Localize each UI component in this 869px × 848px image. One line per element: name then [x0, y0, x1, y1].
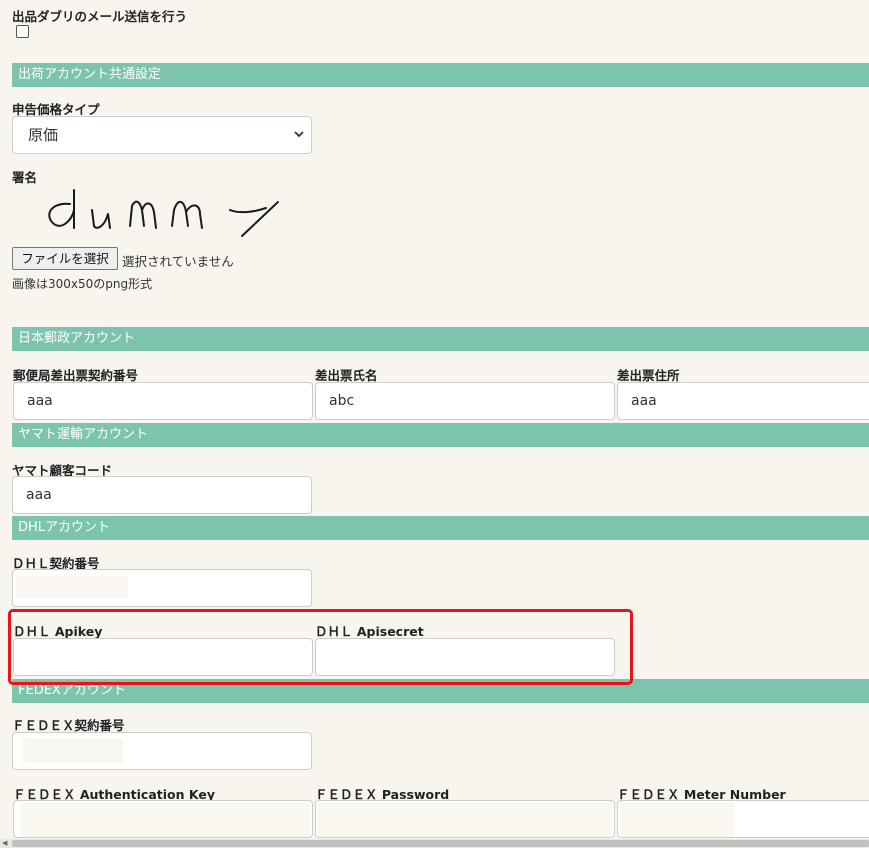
highlight-box [8, 609, 633, 685]
jp-contract-number-input[interactable]: aaa [13, 382, 313, 420]
signature-hint: 画像は300x50のpng形式 [12, 277, 153, 291]
section-header-dhl: DHLアカウント [12, 516, 869, 540]
section-header-japan-post: 日本郵政アカウント [12, 327, 869, 351]
section-header-yamato: ヤマト運輸アカウント [12, 423, 869, 447]
signature-label: 署名 [12, 170, 38, 185]
declared-price-type-select[interactable]: 原価 [12, 116, 312, 154]
jp-sender-address-input[interactable]: aaa [617, 382, 869, 420]
dup-mail-checkbox[interactable] [16, 25, 29, 38]
horizontal-scrollbar[interactable]: ◀ [0, 839, 869, 848]
dup-mail-label: 出品ダブリのメール送信を行う [12, 9, 188, 24]
redaction-mask [16, 576, 128, 598]
section-header-shipping-common: 出荷アカウント共通設定 [12, 63, 869, 87]
redaction-mask [620, 803, 734, 837]
redaction-mask [22, 739, 123, 763]
redaction-mask [318, 803, 612, 837]
yamato-customer-code-input[interactable]: aaa [12, 476, 312, 514]
redaction-mask [20, 803, 310, 837]
jp-sender-name-input[interactable]: abc [315, 382, 615, 420]
chevron-down-icon [294, 131, 304, 138]
scrollbar-thumb[interactable] [12, 840, 869, 847]
choose-file-button[interactable]: ファイルを選択 [12, 247, 118, 270]
file-status-text: 選択されていません [122, 254, 234, 269]
signature-image [48, 189, 279, 237]
scroll-left-icon[interactable]: ◀ [2, 839, 7, 848]
declared-price-type-value: 原価 [28, 126, 59, 144]
